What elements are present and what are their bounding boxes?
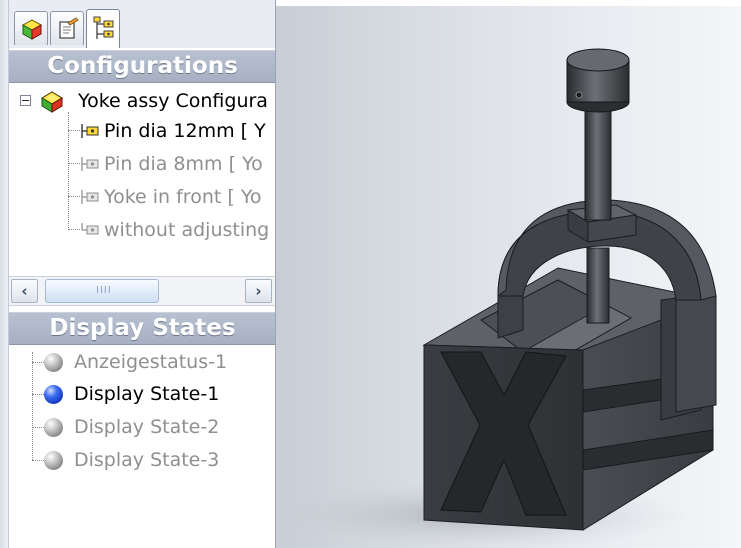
display-state-inactive-icon [44, 451, 63, 470]
scrollbar-grip: IIII [96, 285, 112, 296]
display-state-label: Display State-1 [74, 383, 220, 405]
display-state-label: Display State-3 [74, 449, 220, 471]
display-state-3[interactable]: Display State-3 [44, 446, 275, 474]
configuration-label: Pin dia 8mm [ Yo [104, 153, 263, 175]
assembly-icon [41, 91, 63, 113]
display-state-label: Anzeigestatus-1 [74, 351, 228, 373]
feature-manager-icon [21, 19, 43, 40]
viewport-top-border [276, 0, 741, 6]
scroll-right-button[interactable]: › [245, 279, 272, 303]
tree-root-label: Yoke assy Configura [78, 90, 268, 112]
manager-tab-bar [9, 0, 275, 48]
display-states-header: Display States [9, 312, 275, 345]
panel-edge [0, 0, 9, 548]
configuration-item-yoke-in-front[interactable]: Yoke in front [ Yo [80, 183, 275, 211]
configuration-label: Pin dia 12mm [ Y [104, 120, 266, 142]
tree-root-yoke-assy[interactable]: Yoke assy Configura [20, 87, 275, 115]
scrollbar-thumb[interactable]: IIII [45, 279, 159, 303]
display-state-active-icon [44, 385, 63, 404]
horizontal-scrollbar[interactable]: ‹ IIII › [9, 276, 275, 306]
tab-property-manager[interactable] [50, 11, 84, 45]
tree-connector [68, 130, 80, 131]
tree-connector [68, 163, 80, 164]
configuration-manager-icon [93, 16, 114, 39]
configuration-manager-panel: Configurations Yoke assy Configura Pin d… [0, 0, 276, 548]
tab-feature-manager[interactable] [14, 11, 48, 45]
tree-connector [68, 229, 80, 230]
configuration-icon [81, 190, 99, 204]
solidworks-window: Configurations Yoke assy Configura Pin d… [0, 0, 741, 548]
configuration-item-pin-dia-12mm[interactable]: Pin dia 12mm [ Y [80, 117, 275, 145]
display-state-anzeigestatus-1[interactable]: Anzeigestatus-1 [44, 348, 275, 376]
configurations-header: Configurations [9, 50, 275, 83]
display-state-inactive-icon [44, 418, 63, 437]
list-connector [32, 394, 44, 395]
list-connector [32, 352, 33, 460]
graphics-viewport[interactable] [261, 0, 741, 548]
list-connector [32, 362, 44, 363]
list-connector [32, 460, 44, 461]
configuration-item-without-adjusting[interactable]: without adjusting [80, 216, 275, 244]
collapse-toggle-icon[interactable] [20, 95, 31, 106]
display-state-1[interactable]: Display State-1 [44, 380, 275, 408]
display-state-2[interactable]: Display State-2 [44, 413, 275, 441]
tab-configuration-manager[interactable] [86, 9, 120, 48]
configuration-icon [81, 157, 99, 171]
configuration-icon [81, 124, 99, 138]
scroll-left-button[interactable]: ‹ [11, 279, 38, 303]
list-connector [32, 427, 44, 428]
tree-connector [68, 196, 80, 197]
configuration-label: without adjusting [104, 219, 270, 241]
configuration-icon [81, 223, 99, 235]
property-manager-icon [59, 17, 79, 39]
configuration-label: Yoke in front [ Yo [104, 186, 262, 208]
display-state-label: Display State-2 [74, 416, 220, 438]
v-block-yoke-model[interactable] [261, 0, 741, 548]
display-state-inactive-icon [44, 353, 63, 372]
configuration-item-pin-dia-8mm[interactable]: Pin dia 8mm [ Yo [80, 150, 275, 178]
